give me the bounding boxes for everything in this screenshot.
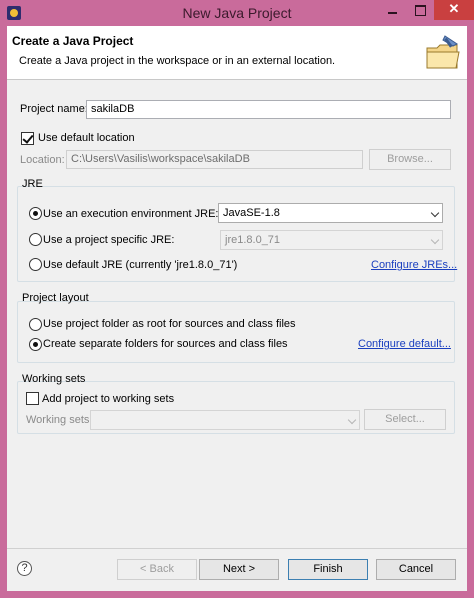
new-java-project-window: New Java Project ✕ Create a Java Project…	[0, 0, 474, 598]
working-sets-label: Working sets:	[26, 414, 93, 426]
use-default-location-label: Use default location	[38, 132, 135, 144]
next-button[interactable]: Next >	[199, 559, 279, 580]
java-project-wizard-icon	[426, 35, 460, 69]
back-button[interactable]: < Back	[117, 559, 197, 580]
add-to-working-sets-checkbox[interactable]	[26, 392, 39, 405]
layout-separate-folders-label: Create separate folders for sources and …	[43, 338, 288, 350]
footer-separator	[7, 548, 467, 549]
chevron-down-icon	[432, 210, 439, 217]
chevron-down-icon	[349, 417, 356, 424]
page-description: Create a Java project in the workspace o…	[19, 55, 336, 67]
jre-project-specific-radio[interactable]	[29, 233, 42, 246]
help-icon[interactable]: ?	[17, 561, 32, 576]
jre-execution-environment-radio[interactable]	[29, 207, 42, 220]
jre-default-radio[interactable]	[29, 258, 42, 271]
layout-separate-folders-radio[interactable]	[29, 338, 42, 351]
layout-root-folder-radio[interactable]	[29, 318, 42, 331]
add-to-working-sets-label: Add project to working sets	[42, 393, 175, 405]
minimize-button[interactable]	[379, 0, 406, 20]
project-name-label: Project name:	[20, 103, 88, 115]
project-specific-jre-select[interactable]: jre1.8.0_71	[220, 230, 443, 250]
project-layout-group-title: Project layout	[22, 292, 89, 304]
finish-button[interactable]: Finish	[288, 559, 368, 580]
configure-default-link[interactable]: Configure default...	[358, 338, 451, 350]
close-button[interactable]: ✕	[434, 0, 474, 20]
select-working-sets-button[interactable]: Select...	[364, 409, 446, 430]
chevron-down-icon	[432, 237, 439, 244]
layout-root-folder-label: Use project folder as root for sources a…	[43, 318, 296, 330]
execution-environment-value: JavaSE-1.8	[223, 207, 280, 219]
project-name-input[interactable]: sakilaDB	[86, 100, 451, 119]
jre-project-specific-label: Use a project specific JRE:	[43, 234, 175, 246]
working-sets-group-title: Working sets	[22, 373, 86, 385]
jre-default-label: Use default JRE (currently 'jre1.8.0_71'…	[43, 259, 238, 271]
location-label: Location:	[20, 154, 65, 166]
maximize-button[interactable]	[407, 0, 434, 20]
cancel-button[interactable]: Cancel	[376, 559, 456, 580]
jre-group-title: JRE	[22, 178, 43, 190]
wizard-header: Create a Java Project Create a Java proj…	[7, 26, 467, 80]
project-layout-group	[17, 301, 455, 363]
location-input[interactable]: C:\Users\Vasilis\workspace\sakilaDB	[66, 150, 363, 169]
title-bar[interactable]: New Java Project ✕	[0, 0, 474, 26]
wizard-client-area: Create a Java Project Create a Java proj…	[7, 26, 467, 591]
browse-button[interactable]: Browse...	[369, 149, 451, 170]
jre-execution-environment-label: Use an execution environment JRE:	[43, 208, 219, 220]
configure-jres-link[interactable]: Configure JREs...	[371, 259, 457, 271]
project-specific-jre-value: jre1.8.0_71	[225, 234, 281, 246]
use-default-location-checkbox[interactable]	[21, 132, 34, 145]
execution-environment-select[interactable]: JavaSE-1.8	[218, 203, 443, 223]
page-title: Create a Java Project	[12, 34, 134, 48]
working-sets-select[interactable]	[90, 410, 360, 430]
